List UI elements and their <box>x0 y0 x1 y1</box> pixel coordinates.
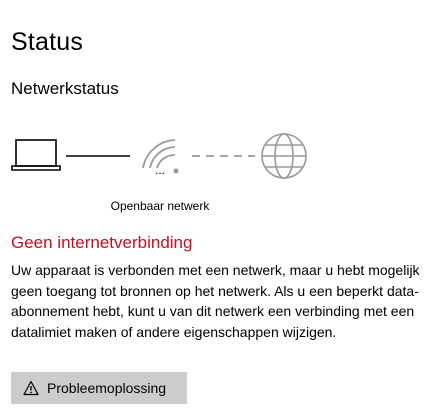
warning-icon <box>23 380 39 396</box>
connection-error-title: Geen internetverbinding <box>11 233 193 252</box>
laptop-icon <box>11 139 61 171</box>
network-diagram <box>11 133 307 179</box>
connection-error-description: Uw apparaat is verbonden met een netwerk… <box>11 262 420 340</box>
page-title: Status <box>11 28 84 56</box>
network-name-label: ... <box>154 166 165 176</box>
troubleshoot-button-label: Probleemoplossing <box>47 380 167 396</box>
network-status-page: Status Netwerkstatus ... Openbaar netwer… <box>0 0 435 413</box>
network-type-label: Openbaar netwerk <box>110 199 210 213</box>
troubleshoot-button[interactable]: Probleemoplossing <box>11 372 187 404</box>
section-title-network-status: Netwerkstatus <box>11 79 119 98</box>
globe-icon <box>261 133 307 179</box>
